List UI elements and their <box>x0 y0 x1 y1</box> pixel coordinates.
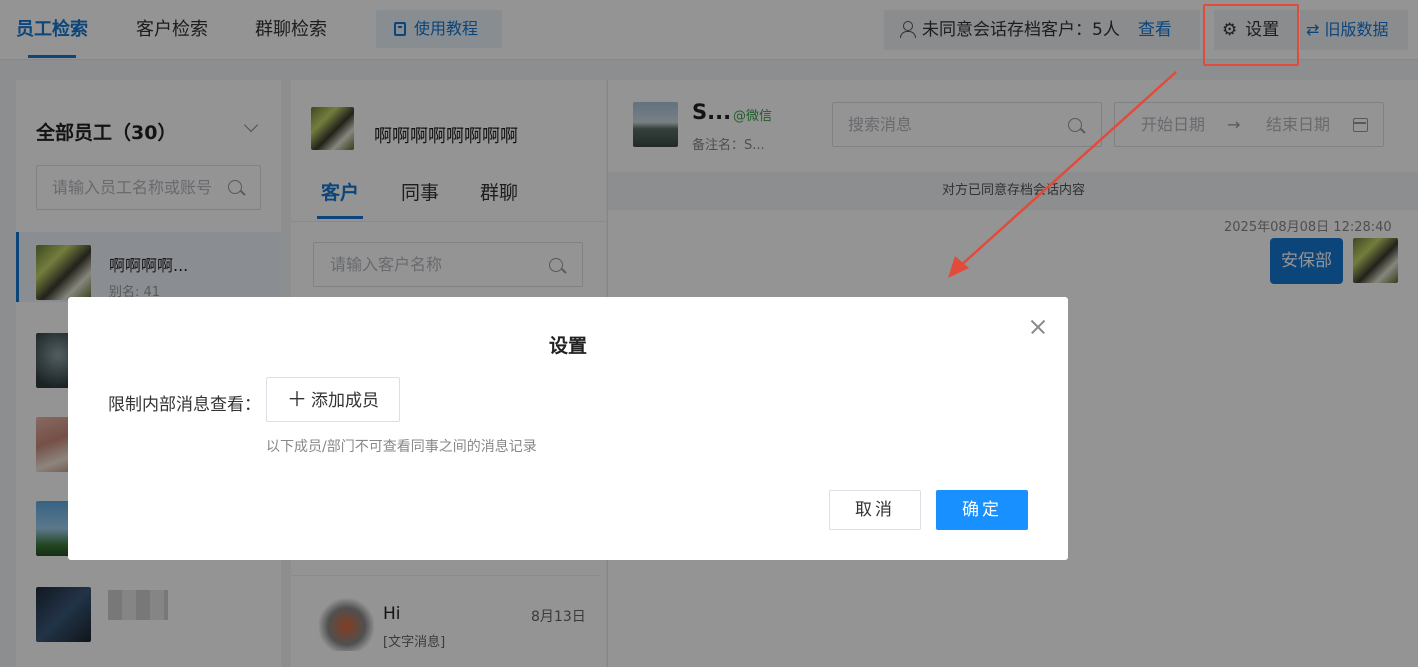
add-member-button[interactable]: ＋添加成员 <box>266 377 400 422</box>
dialog-title: 设置 <box>548 335 587 357</box>
dialog-hint: 以下成员/部门不可查看同事之间的消息记录 <box>266 439 537 455</box>
plus-icon: ＋ <box>287 387 307 411</box>
confirm-button[interactable]: 确定 <box>936 490 1028 530</box>
cancel-button[interactable]: 取消 <box>829 490 921 530</box>
add-member-label: 添加成员 <box>311 391 379 411</box>
restrict-view-label: 限制内部消息查看： <box>108 395 261 415</box>
highlight-box <box>1203 4 1299 66</box>
settings-dialog: 设置 限制内部消息查看： ＋添加成员 以下成员/部门不可查看同事之间的消息记录 … <box>68 297 1068 560</box>
close-icon[interactable] <box>1028 317 1048 337</box>
